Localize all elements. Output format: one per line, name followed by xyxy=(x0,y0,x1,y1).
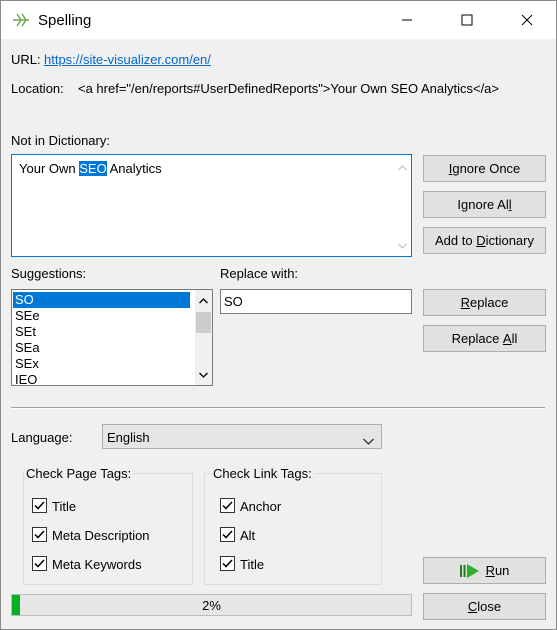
minimize-button[interactable] xyxy=(384,1,430,39)
suggestion-item[interactable]: SEx xyxy=(13,356,190,372)
check-page-tags-label: Check Page Tags: xyxy=(24,466,134,481)
ignore-all-label: Ignore Al xyxy=(457,197,509,212)
close-icon xyxy=(521,14,533,26)
textarea-scrollbar[interactable] xyxy=(394,155,411,256)
title-bar: Spelling xyxy=(1,1,556,39)
ignore-all-button[interactable]: Ignore Al l xyxy=(423,191,546,218)
link-title-checkbox[interactable] xyxy=(220,556,235,571)
suggestions-scrollbar[interactable] xyxy=(195,290,212,385)
suggestion-item[interactable]: SO xyxy=(13,292,190,308)
minimize-icon xyxy=(402,19,412,21)
text-before: Your Own xyxy=(19,161,80,176)
language-select[interactable]: English xyxy=(102,424,382,449)
not-in-dictionary-label: Not in Dictionary: xyxy=(11,133,110,148)
maximize-icon xyxy=(461,14,473,26)
scroll-down-icon[interactable] xyxy=(195,366,212,383)
url-link[interactable]: https://site-visualizer.com/en/ xyxy=(44,52,211,67)
suggestion-item[interactable]: SEt xyxy=(13,324,190,340)
add-to-dictionary-button[interactable]: Add to Dictionary xyxy=(423,227,546,254)
maximize-button[interactable] xyxy=(444,1,490,39)
run-icon xyxy=(459,563,480,578)
not-in-dictionary-text: Your Own SEO Analytics xyxy=(19,161,162,176)
checkmark-icon xyxy=(222,530,233,539)
run-button[interactable]: Run xyxy=(423,557,546,584)
language-label: Language: xyxy=(11,430,73,445)
ignore-once-button[interactable]: Ignore Once xyxy=(423,155,546,182)
text-after: Analytics xyxy=(106,161,162,176)
suggestion-item[interactable]: IEO xyxy=(13,372,190,385)
page-title-checkbox[interactable] xyxy=(32,498,47,513)
add-to-dictionary-label-pre: Add to xyxy=(434,233,477,248)
window-title: Spelling xyxy=(38,12,92,29)
scroll-up-icon[interactable] xyxy=(195,292,212,309)
chevron-down-icon xyxy=(363,433,374,448)
alt-label: Alt xyxy=(240,528,256,543)
checkmark-icon xyxy=(34,501,45,510)
check-link-tags-label: Check Link Tags: xyxy=(211,466,314,481)
ignore-all-accel: l xyxy=(508,197,512,212)
replace-label: eplace xyxy=(470,295,509,310)
meta-keywords-checkbox[interactable] xyxy=(32,556,47,571)
location-value: <a href="/en/reports#UserDefinedReports"… xyxy=(78,81,500,96)
suggestions-label: Suggestions: xyxy=(11,266,87,281)
language-value: English xyxy=(107,430,150,445)
replace-with-input[interactable]: SO xyxy=(220,289,412,314)
add-to-dictionary-accel: D xyxy=(476,233,486,248)
meta-description-checkbox[interactable] xyxy=(32,527,47,542)
close-button[interactable]: Close xyxy=(423,593,546,620)
checkmark-icon xyxy=(222,501,233,510)
location-label: Location: xyxy=(11,81,64,96)
suggestions-scroll-thumb[interactable] xyxy=(196,312,211,333)
progress-bar: 2% xyxy=(11,594,412,616)
replace-all-label-rest: ll xyxy=(511,331,518,346)
close-window-button[interactable] xyxy=(504,1,550,39)
run-label: un xyxy=(494,563,510,578)
suggestion-item[interactable]: SEa xyxy=(13,340,190,356)
anchor-label: Anchor xyxy=(240,499,282,514)
meta-keywords-label: Meta Keywords xyxy=(52,557,142,572)
url-label: URL: xyxy=(11,52,41,67)
checkmark-icon xyxy=(222,559,233,568)
meta-description-label: Meta Description xyxy=(52,528,150,543)
scroll-up-icon[interactable] xyxy=(394,159,411,176)
replace-with-value: SO xyxy=(224,294,243,309)
replace-button[interactable]: Replace xyxy=(423,289,546,316)
link-title-label: Title xyxy=(240,557,265,572)
replace-all-button[interactable]: Replace All xyxy=(423,325,546,352)
app-logo-icon xyxy=(11,11,31,29)
replace-all-label-pre: Replace xyxy=(451,331,503,346)
replace-accel: R xyxy=(460,295,471,310)
page-title-label: Title xyxy=(52,499,77,514)
replace-with-label: Replace with: xyxy=(220,266,299,281)
alt-checkbox[interactable] xyxy=(220,527,235,542)
progress-text: 2% xyxy=(202,597,221,613)
scroll-down-icon[interactable] xyxy=(394,237,411,254)
ignore-once-label: gnore Once xyxy=(452,161,521,176)
close-accel: C xyxy=(467,599,478,614)
checkmark-icon xyxy=(34,559,45,568)
suggestions-list[interactable]: SO SEe SEt SEa SEx IEO xyxy=(11,289,213,386)
close-label: lose xyxy=(477,599,502,614)
separator xyxy=(11,407,545,409)
not-in-dictionary-textarea[interactable]: Your Own SEO Analytics xyxy=(11,154,412,257)
run-accel: R xyxy=(485,563,495,578)
checkmark-icon xyxy=(34,530,45,539)
anchor-checkbox[interactable] xyxy=(220,498,235,513)
misspelled-word: SEO xyxy=(79,161,107,176)
add-to-dictionary-label-rest: ictionary xyxy=(485,233,534,248)
spelling-dialog: Spelling URL: https://site-visualizer.co… xyxy=(0,0,557,630)
replace-all-accel: A xyxy=(502,331,512,346)
suggestion-item[interactable]: SEe xyxy=(13,308,190,324)
